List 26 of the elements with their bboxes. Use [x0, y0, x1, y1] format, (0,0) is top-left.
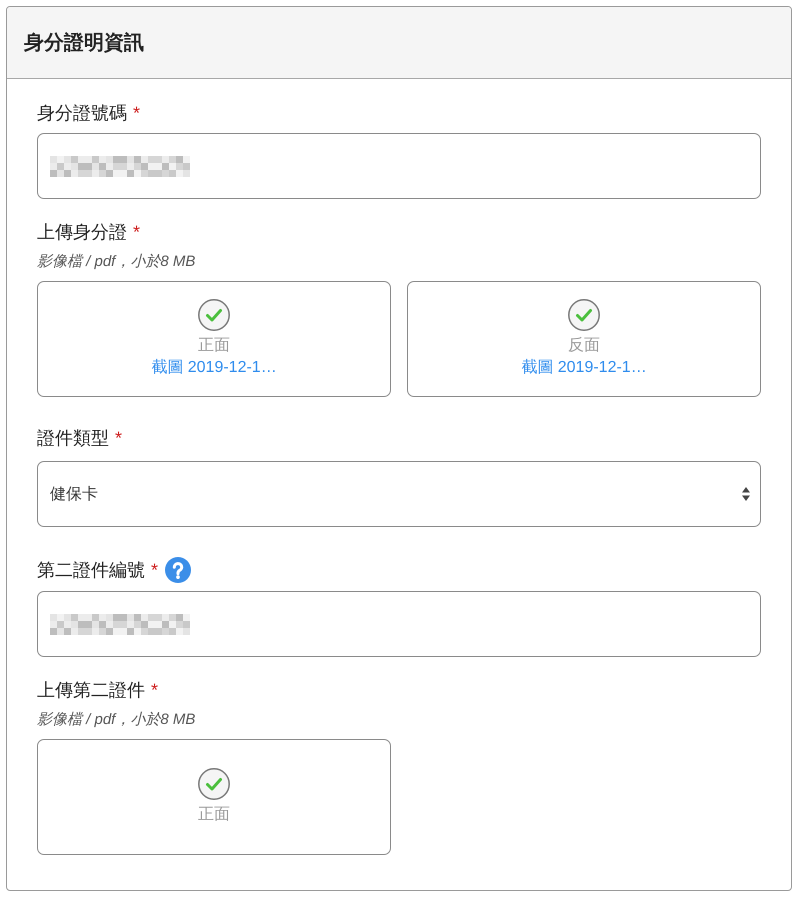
document-type-select[interactable]: 健保卡: [37, 461, 761, 527]
help-icon[interactable]: [165, 557, 192, 583]
side-label: 正面: [198, 805, 230, 825]
upload-box[interactable]: 反面 截圖 2019-12-1…: [407, 281, 761, 397]
sort-caret-icon: [742, 487, 750, 501]
field-label: 上傳第二證件: [37, 679, 145, 702]
file-link[interactable]: 截圖 2019-12-1…: [151, 357, 277, 379]
text-input-field[interactable]: [37, 591, 761, 657]
required-asterisk: *: [151, 559, 158, 582]
required-asterisk: *: [151, 679, 158, 702]
upload-box[interactable]: 正面 截圖 2019-12-1…: [37, 281, 391, 397]
text-input-field[interactable]: [37, 133, 761, 199]
field-label: 第二證件編號: [37, 559, 145, 582]
file-hint: 影像檔 / pdf，小於8 MB: [37, 252, 196, 272]
side-label: 反面: [568, 336, 600, 356]
required-asterisk: *: [133, 221, 140, 244]
required-asterisk: *: [115, 427, 122, 450]
field-label: 身分證號碼: [37, 102, 127, 125]
side-label: 正面: [198, 336, 230, 356]
field-label: 證件類型: [37, 427, 109, 450]
required-asterisk: *: [133, 102, 140, 125]
field-label: 上傳身分證: [37, 221, 127, 244]
panel-title: 身分證明資訊: [24, 30, 144, 56]
upload-box[interactable]: 正面: [37, 739, 391, 855]
file-hint: 影像檔 / pdf，小於8 MB: [37, 710, 196, 730]
file-link[interactable]: 截圖 2019-12-1…: [521, 357, 647, 379]
